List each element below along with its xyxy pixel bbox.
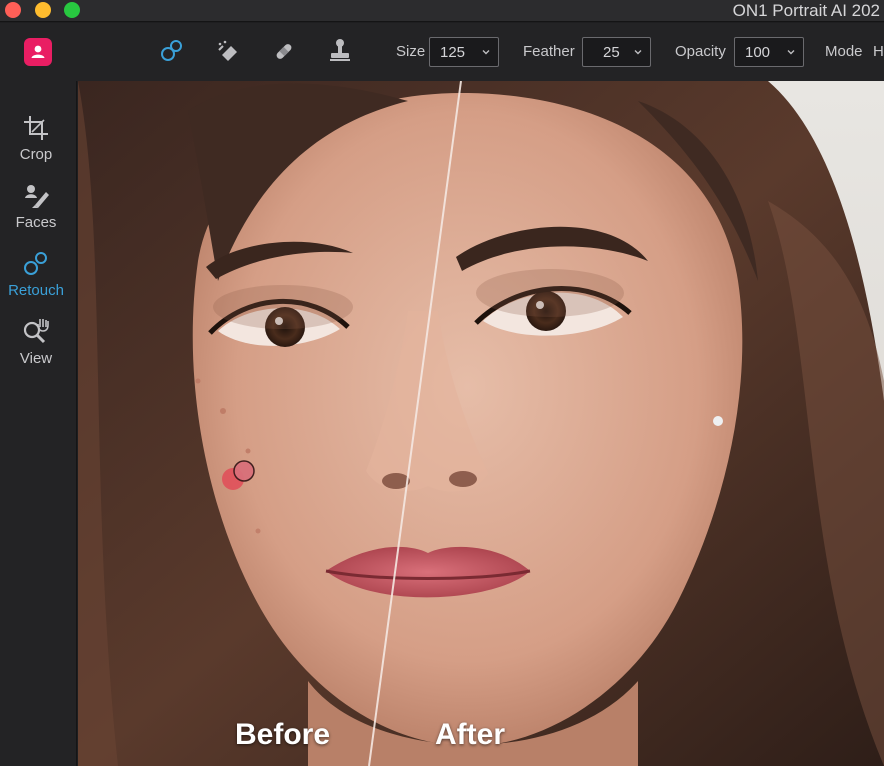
sidebar-item-view[interactable]: View [0,317,72,383]
bandage-icon[interactable] [269,36,299,66]
window-close-button[interactable] [5,2,21,18]
mode-label: Mode [825,43,863,60]
app-logo-icon[interactable] [24,38,52,66]
opacity-dropdown[interactable]: 100 [734,37,804,67]
feather-label: Feather [523,43,575,60]
tool-options-bar: Size 125 Feather 25 Opacity 100 Mode H [0,23,884,81]
sidebar-item-label: View [19,350,53,367]
title-bar: ON1 Portrait AI 202 [0,0,884,22]
size-value: 125 [440,43,466,61]
size-dropdown[interactable]: 125 [429,37,499,67]
feather-dropdown[interactable]: 25 [582,37,651,67]
chevron-down-icon [634,50,642,55]
window-title: ON1 Portrait AI 202 [732,1,880,20]
window-maximize-button[interactable] [64,2,80,18]
clone-stamp-icon[interactable] [325,36,355,66]
module-sidebar: Crop Faces Retouch View [0,81,77,766]
zoom-hand-icon [23,319,49,344]
window-minimize-button[interactable] [35,2,51,18]
sidebar-item-label: Retouch [8,282,64,299]
retouch-brush-icon[interactable] [157,36,187,66]
mode-value[interactable]: H [873,43,884,60]
chevron-down-icon [787,50,795,55]
eraser-icon[interactable] [213,36,243,66]
faces-icon [25,185,49,208]
sidebar-item-faces[interactable]: Faces [0,181,72,247]
opacity-value: 100 [745,43,771,61]
feather-value: 25 [603,43,620,61]
chevron-down-icon [482,50,490,55]
sidebar-item-retouch[interactable]: Retouch [0,249,72,315]
after-label: After [435,718,506,751]
sidebar-item-label: Faces [15,214,57,231]
portrait-photo [78,81,884,766]
sidebar-item-label: Crop [19,146,53,163]
opacity-label: Opacity [675,43,726,60]
crop-icon [24,116,48,140]
retouch-icon [24,252,47,275]
size-label: Size [396,43,426,60]
sidebar-item-crop[interactable]: Crop [0,113,72,179]
before-label: Before [235,718,331,751]
photo-canvas[interactable]: Before After [78,81,884,766]
